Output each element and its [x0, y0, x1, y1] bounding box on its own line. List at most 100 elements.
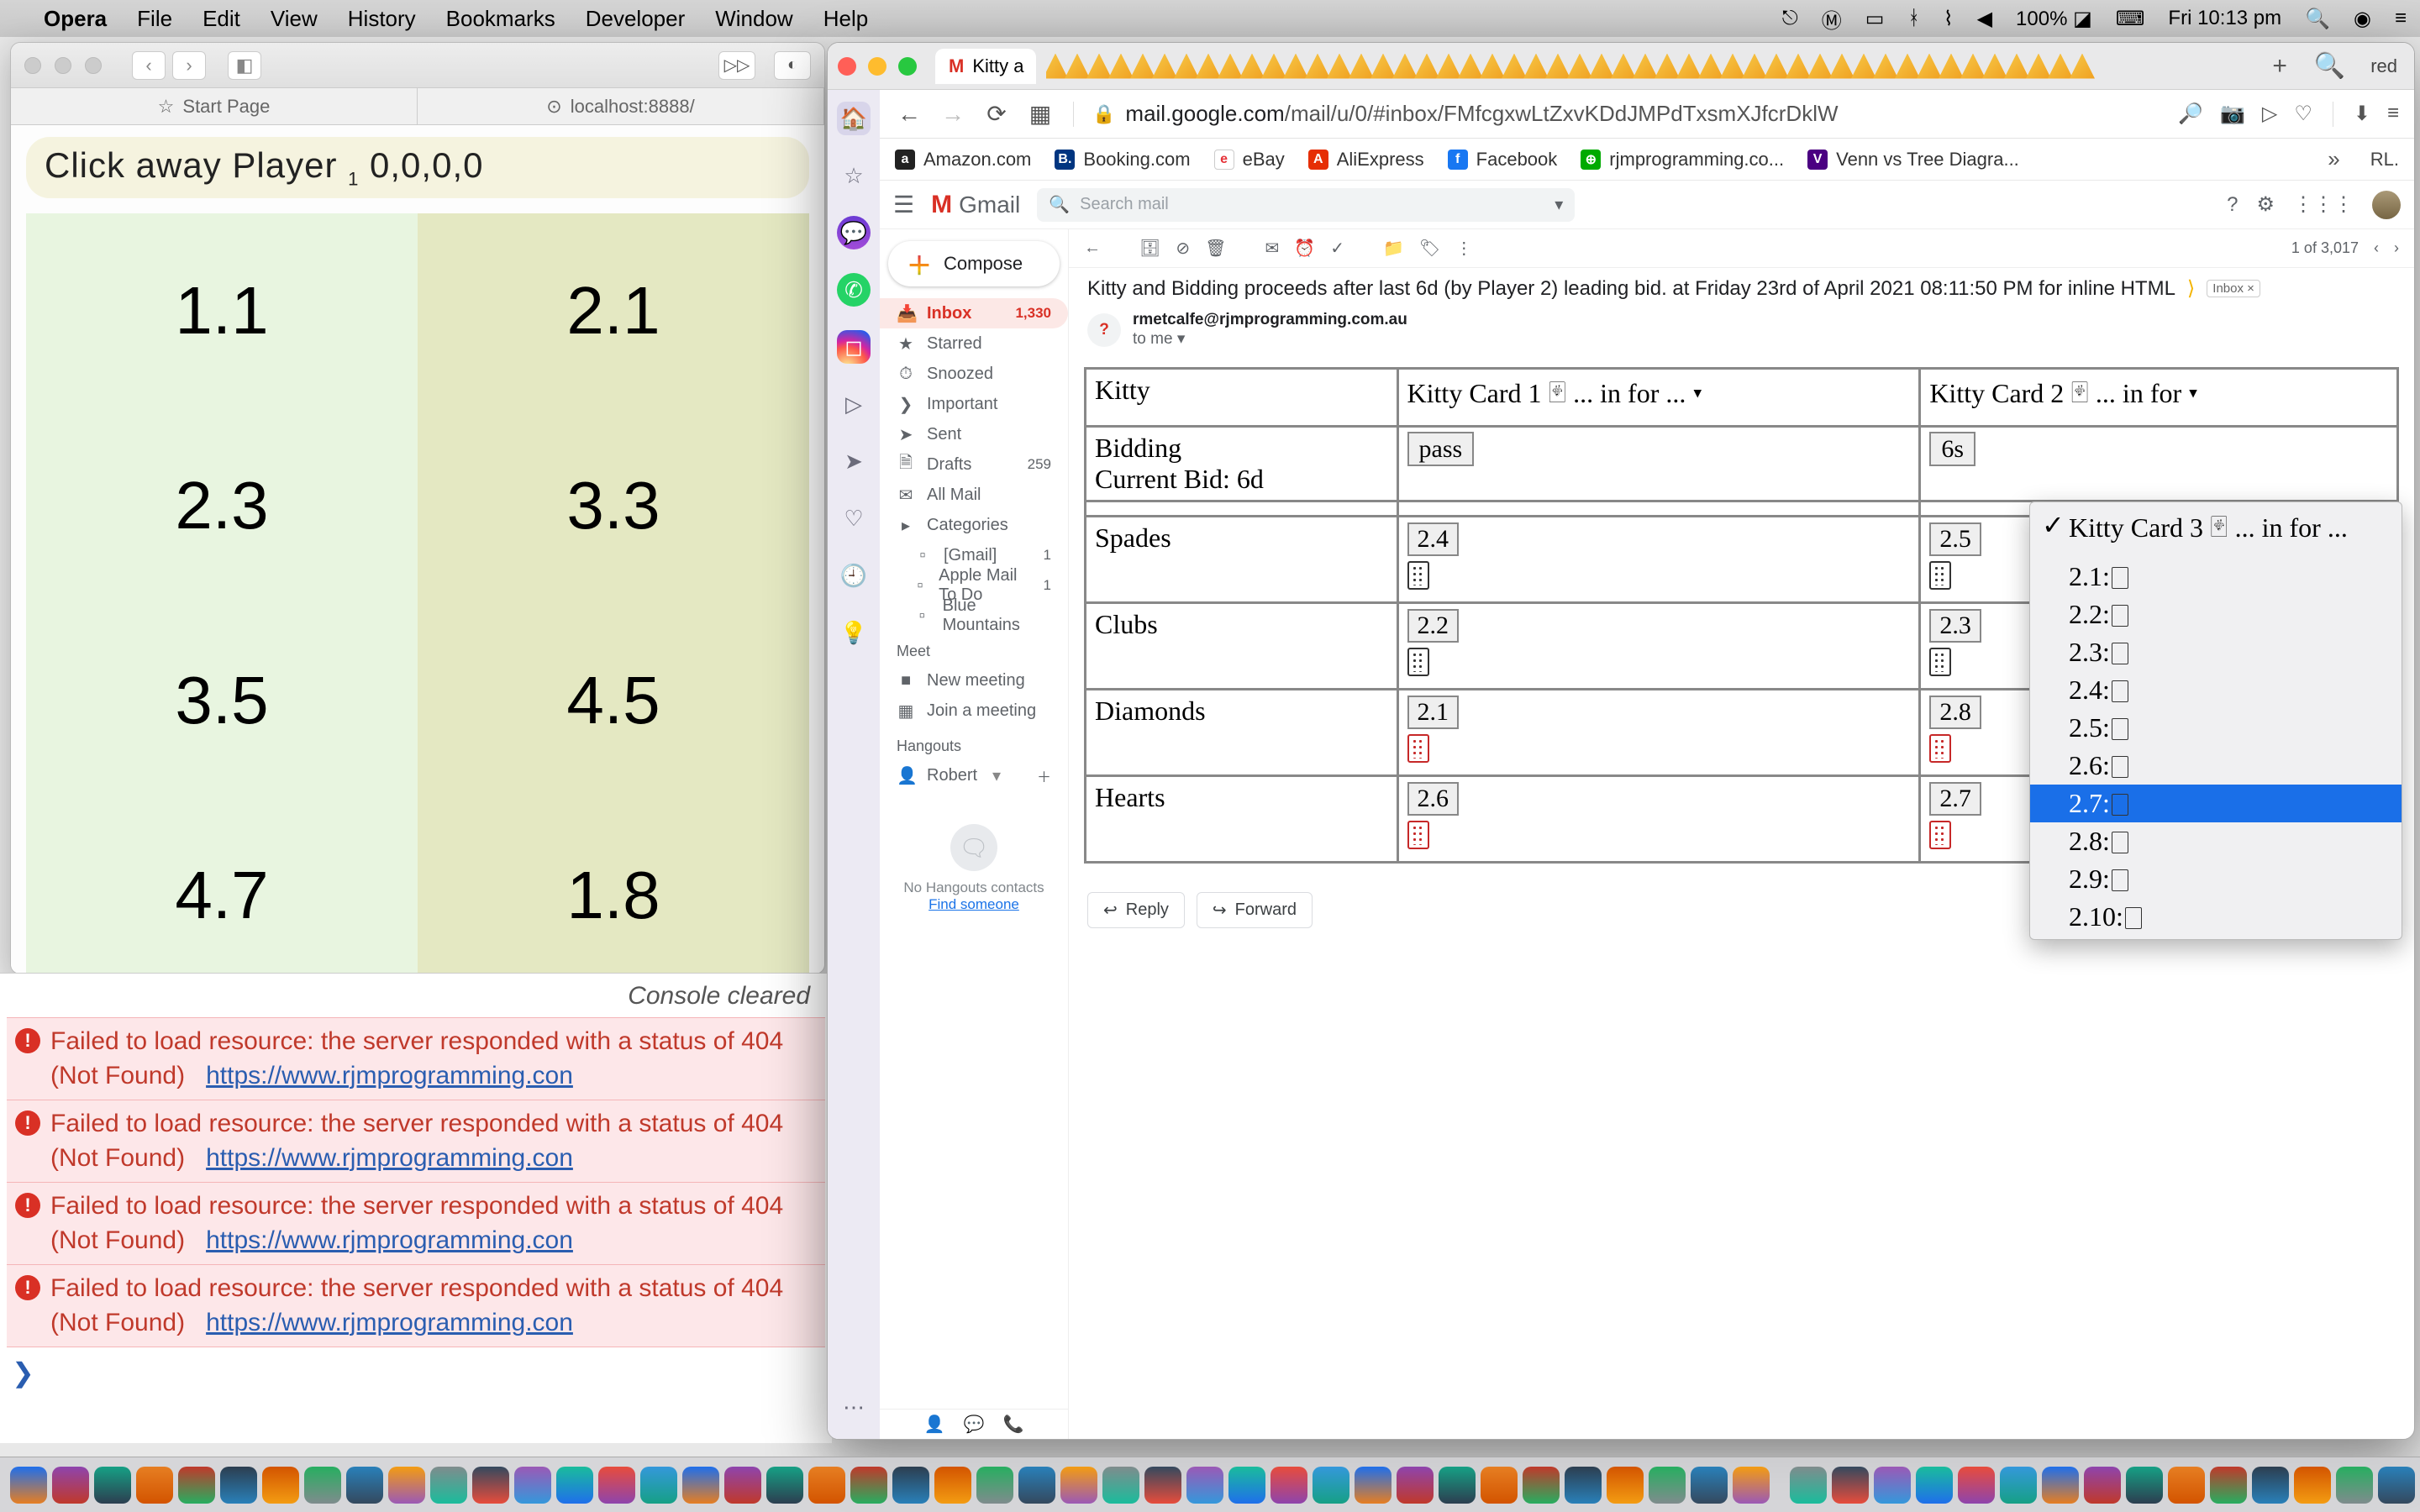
menu-file[interactable]: File [137, 6, 172, 32]
dock-app-icon[interactable] [472, 1467, 509, 1504]
card-value[interactable]: 2.7 [1929, 782, 1981, 816]
dock-app-icon[interactable] [556, 1467, 593, 1504]
card-value[interactable]: 2.2 [1407, 609, 1460, 643]
dropdown-option[interactable]: 2.6: [2030, 747, 2402, 785]
nav-snoozed[interactable]: ⏱Snoozed [880, 359, 1068, 389]
move-icon[interactable]: 📁 [1383, 238, 1404, 259]
compose-button[interactable]: ＋Compose [888, 241, 1060, 286]
people-icon[interactable]: 👤 [924, 1414, 945, 1435]
truncated-tab[interactable]: red [2364, 55, 2404, 77]
dock-app-icon[interactable] [430, 1467, 467, 1504]
dock-app-icon[interactable] [1397, 1467, 1434, 1504]
menu-bookmarks[interactable]: Bookmarks [446, 6, 555, 32]
dock-app-icon[interactable] [1186, 1467, 1223, 1504]
menubar-app[interactable]: Opera [44, 6, 107, 32]
dock-app-icon[interactable] [892, 1467, 929, 1504]
bookmark-facebook[interactable]: fFacebook [1448, 149, 1558, 171]
dock-app-icon[interactable] [850, 1467, 887, 1504]
details-dropdown-icon[interactable]: ▾ [1177, 330, 1186, 348]
card-value[interactable]: 2.1 [1407, 696, 1460, 729]
dock-app-icon[interactable] [1228, 1467, 1265, 1504]
dock-app-icon[interactable] [262, 1467, 299, 1504]
heart-icon[interactable]: ♡ [837, 501, 871, 535]
dock-app-icon[interactable] [1481, 1467, 1518, 1504]
forward-button[interactable]: → [939, 100, 967, 129]
grid-cell[interactable]: 3.5 [26, 603, 418, 798]
dock-app-icon[interactable] [10, 1467, 47, 1504]
apps-grid-icon[interactable]: ⋮⋮⋮ [2293, 192, 2354, 217]
dropdown-option[interactable]: 2.5: [2030, 709, 2402, 747]
nav-sent[interactable]: ➤Sent [880, 419, 1068, 449]
card-value[interactable]: 2.8 [1929, 696, 1981, 729]
dock-app-icon[interactable] [1832, 1467, 1869, 1504]
dropdown-header[interactable]: Kitty Card 3 🂿 ... in for ... [2030, 506, 2402, 558]
reply-button[interactable]: ↩ Reply [1087, 892, 1185, 928]
bulb-icon[interactable]: 💡 [837, 616, 871, 649]
truncated-bookmark[interactable]: RL. [2370, 149, 2399, 171]
settings-gear-icon[interactable]: ⚙ [2256, 192, 2275, 217]
traffic-close-icon[interactable] [838, 57, 856, 76]
nav-important[interactable]: ❯Important [880, 389, 1068, 419]
inbox-chip[interactable]: Inbox × [2207, 280, 2260, 297]
dropdown-option[interactable]: 2.9: [2030, 860, 2402, 898]
more-icon[interactable]: ⋮ [1455, 238, 1472, 259]
console-prompt[interactable]: ❯ [7, 1347, 825, 1399]
traffic-min-icon[interactable] [55, 57, 71, 74]
dropdown-option[interactable]: 2.4: [2030, 671, 2402, 709]
messenger-icon[interactable]: 💬 [837, 216, 871, 249]
menu-help[interactable]: Help [823, 6, 868, 32]
contrast-button[interactable]: ◐ [774, 51, 811, 80]
battery-status[interactable]: 100% ◪ [2016, 7, 2092, 31]
card-value[interactable]: 2.6 [1407, 782, 1460, 816]
spam-icon[interactable]: ⊘ [1176, 238, 1190, 259]
prev-msg-icon[interactable]: ‹ [2374, 239, 2379, 257]
chat-icon[interactable]: 💬 [964, 1414, 985, 1435]
meet-new[interactable]: ■New meeting [880, 665, 1068, 696]
dock-app-icon[interactable] [808, 1467, 845, 1504]
gmail-search[interactable]: 🔍 Search mail ▾ [1037, 188, 1575, 222]
dropdown-option[interactable]: 2.3: [2030, 633, 2402, 671]
grid-cell[interactable]: 4.7 [26, 798, 418, 974]
card-value[interactable]: 2.3 [1929, 609, 1981, 643]
overflow-tabs[interactable] [1046, 49, 2254, 84]
siri-icon[interactable]: ◉ [2354, 7, 2371, 31]
camera-icon[interactable]: 📷 [2220, 102, 2245, 127]
nav-categories[interactable]: ▸Categories [880, 510, 1068, 540]
speed-dial-icon[interactable]: ▦ [1026, 100, 1055, 129]
dock-app-icon[interactable] [2000, 1467, 2037, 1504]
bookmarks-overflow[interactable]: » [2328, 146, 2339, 172]
grid-cell[interactable]: 4.5 [418, 603, 809, 798]
more-icon[interactable]: ⋯ [837, 1390, 871, 1424]
wifi-icon[interactable]: ⌇ [1944, 7, 1954, 31]
dock-app-icon[interactable] [1060, 1467, 1097, 1504]
grid-cell[interactable]: 1.1 [26, 213, 418, 408]
bookmark-venn[interactable]: VVenn vs Tree Diagra... [1807, 149, 2019, 171]
dock-app-icon[interactable] [1018, 1467, 1055, 1504]
bookmark-icon[interactable]: ☆ [837, 159, 871, 192]
dock-app-icon[interactable] [514, 1467, 551, 1504]
error-link[interactable]: https://www.rjmprogramming.con [206, 1226, 573, 1254]
active-tab[interactable]: MKitty a [935, 49, 1036, 84]
history-icon[interactable]: 🕘 [837, 559, 871, 592]
hangouts-user[interactable]: 👤Robert▾＋ [880, 760, 1068, 790]
dock-app-icon[interactable] [1144, 1467, 1181, 1504]
kitty-card2-header[interactable]: Kitty Card 2 🂿 ... in for ▾ [1920, 369, 2398, 427]
dock-app-icon[interactable] [1733, 1467, 1770, 1504]
nav-inbox[interactable]: 📥Inbox1,330 [880, 298, 1068, 328]
home-icon[interactable]: 🏠 [837, 102, 871, 135]
dropdown-option[interactable]: 2.7: [2030, 785, 2402, 822]
dock-app-icon[interactable] [2084, 1467, 2121, 1504]
dock-app-icon[interactable] [1790, 1467, 1827, 1504]
airplay-icon[interactable]: ▭ [1865, 7, 1885, 31]
status-icon[interactable]: ⎋ [1782, 7, 1798, 30]
dock-app-icon[interactable] [1102, 1467, 1139, 1504]
heart-icon[interactable]: ♡ [2294, 102, 2312, 127]
dropdown-option[interactable]: 2.10: [2030, 898, 2402, 936]
nav-drafts[interactable]: 🗎Drafts259 [880, 449, 1068, 480]
skip-button[interactable]: ▷▷ [718, 51, 755, 80]
spotlight-icon[interactable]: 🔍 [2305, 7, 2330, 31]
tab-localhost[interactable]: ⊙ localhost:8888/ [418, 88, 824, 124]
dock-app-icon[interactable] [220, 1467, 257, 1504]
send-icon[interactable]: ➤ [837, 444, 871, 478]
tab-start-page[interactable]: ☆ Start Page [11, 88, 418, 124]
